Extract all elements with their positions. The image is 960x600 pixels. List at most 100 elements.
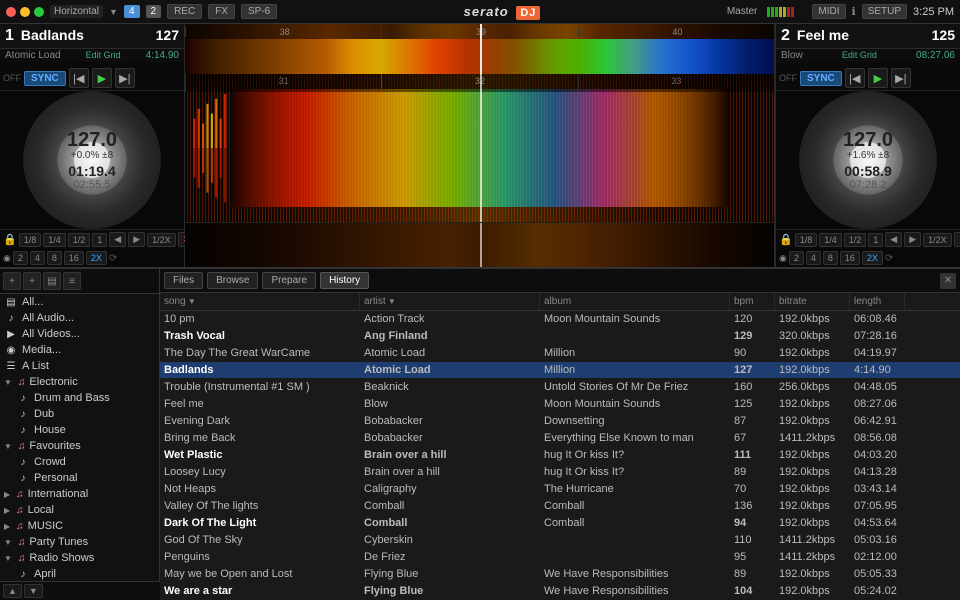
tab-files[interactable]: Files: [164, 272, 203, 289]
deck1-edit-grid[interactable]: Edit Grid: [86, 50, 121, 61]
search-close-button[interactable]: ✕: [940, 273, 956, 289]
tab-history[interactable]: History: [320, 272, 369, 289]
track-row[interactable]: May we be Open and Lost Flying Blue We H…: [160, 566, 960, 583]
sidebar-list-button[interactable]: ≡: [63, 272, 81, 290]
sidebar-all[interactable]: ▤ All...: [0, 294, 159, 310]
sidebar-music[interactable]: ▶ ♫ MUSIC: [0, 518, 159, 534]
deck1-prev-button[interactable]: |◀: [69, 68, 89, 88]
tab-prepare[interactable]: Prepare: [262, 272, 316, 289]
track-row[interactable]: Not Heaps Caligraphy The Hurricane 70 19…: [160, 481, 960, 498]
keylock-icon[interactable]: 🔒: [3, 233, 17, 246]
deck2-loop-1-2x[interactable]: 1/2X: [923, 233, 952, 247]
col-bitrate[interactable]: bitrate: [775, 293, 850, 310]
sidebar-section-electronic[interactable]: ▼ ♫ Electronic: [0, 374, 159, 390]
loop-1-2x[interactable]: 1/2X: [147, 233, 176, 247]
sidebar-house[interactable]: ♪ House: [12, 422, 159, 438]
sidebar-personal[interactable]: ♪ Personal: [12, 470, 159, 486]
track-row[interactable]: We are a star Flying Blue We Have Respon…: [160, 583, 960, 600]
chevron-down-icon[interactable]: ▼: [109, 7, 118, 17]
col-bpm[interactable]: bpm: [730, 293, 775, 310]
sidebar-grid-button[interactable]: ▤: [43, 272, 61, 290]
col-album[interactable]: album: [540, 293, 730, 310]
track-row[interactable]: 10 pm Action Track Moon Mountain Sounds …: [160, 311, 960, 328]
deck1-platter[interactable]: 127.0 +0.0% ±8 01:19.4 02:55.5: [23, 91, 161, 229]
beat-8[interactable]: 8: [47, 251, 62, 265]
loop-arrow-right[interactable]: ▶: [128, 232, 145, 247]
deck1-next-button[interactable]: ▶|: [115, 68, 135, 88]
col-length[interactable]: length: [850, 293, 905, 310]
traffic-light-red[interactable]: [6, 7, 16, 17]
deck2-platter[interactable]: 127.0 +1.6% ±8 00:58.9 07:28.2: [799, 91, 937, 229]
deck2-beat-2x[interactable]: 2X: [862, 251, 883, 265]
loop-1-2[interactable]: 1/2: [68, 233, 91, 247]
deck2-prev-button[interactable]: |◀: [845, 68, 865, 88]
track-row[interactable]: The Day The Great WarCame Atomic Load Mi…: [160, 345, 960, 362]
sidebar-radio-shows[interactable]: ▼ ♫ Radio Shows: [0, 550, 159, 566]
track-row[interactable]: Valley Of The lights Comball Comball 136…: [160, 498, 960, 515]
fx-button[interactable]: FX: [208, 4, 235, 19]
deck2-beat-8[interactable]: 8: [823, 251, 838, 265]
col-song[interactable]: song: [160, 293, 360, 310]
sp6-button[interactable]: SP-6: [241, 4, 277, 19]
deck2-beat-16[interactable]: 16: [840, 251, 860, 265]
track-row[interactable]: Feel me Blow Moon Mountain Sounds 125 19…: [160, 396, 960, 413]
deck2-loop-x-icon[interactable]: ✕: [954, 232, 960, 247]
sidebar-party-tunes[interactable]: ▼ ♫ Party Tunes: [0, 534, 159, 550]
sidebar-down-button[interactable]: ▼: [24, 584, 43, 598]
deck2-edit-grid[interactable]: Edit Grid: [842, 50, 877, 61]
track-row[interactable]: Loosey Lucy Brain over a hill hug It Or …: [160, 464, 960, 481]
sidebar-april[interactable]: ♪ April: [12, 566, 159, 582]
deck2-play-button[interactable]: ▶: [868, 68, 888, 88]
track-row[interactable]: God Of The Sky Cyberskin 110 1411.2kbps …: [160, 532, 960, 549]
sidebar-up-button[interactable]: ▲: [3, 584, 22, 598]
deck1-play-button[interactable]: ▶: [92, 68, 112, 88]
traffic-light-yellow[interactable]: [20, 7, 30, 17]
deck2-loop-arrow-right[interactable]: ▶: [904, 232, 921, 247]
track-row[interactable]: Dark Of The Light Comball Comball 94 192…: [160, 515, 960, 532]
sidebar-dub[interactable]: ♪ Dub: [12, 406, 159, 422]
sidebar-international[interactable]: ▶ ♫ International: [0, 486, 159, 502]
tab-browse[interactable]: Browse: [207, 272, 258, 289]
sidebar-all-audio[interactable]: ♪ All Audio...: [0, 310, 159, 326]
beat-2x[interactable]: 2X: [86, 251, 107, 265]
deck2-next-button[interactable]: ▶|: [891, 68, 911, 88]
sidebar-section-favourites[interactable]: ▼ ♫ Favourites: [0, 438, 159, 454]
traffic-light-green[interactable]: [34, 7, 44, 17]
track-row[interactable]: Trouble (Instrumental #1 SM ) Beaknick U…: [160, 379, 960, 396]
track-row[interactable]: Bring me Back Bobabacker Everything Else…: [160, 430, 960, 447]
sidebar-local[interactable]: ▶ ♫ Local: [0, 502, 159, 518]
loop-arrow-left[interactable]: ◀: [109, 232, 126, 247]
deck2-loop-1-4[interactable]: 1/4: [819, 233, 842, 247]
sidebar-add2-button[interactable]: +: [23, 272, 41, 290]
beat-16[interactable]: 16: [64, 251, 84, 265]
beat-4[interactable]: 4: [30, 251, 45, 265]
rec-button[interactable]: REC: [167, 4, 202, 19]
midi-button[interactable]: MIDI: [812, 4, 845, 19]
sidebar-crowd[interactable]: ♪ Crowd: [12, 454, 159, 470]
sidebar-media[interactable]: ◉ Media...: [0, 342, 159, 358]
deck1-sync-button[interactable]: SYNC: [24, 71, 66, 86]
deck2-beat-2[interactable]: 2: [789, 251, 804, 265]
beat-2[interactable]: 2: [13, 251, 28, 265]
col-artist[interactable]: artist: [360, 293, 540, 310]
track-row[interactable]: Wet Plastic Brain over a hill hug It Or …: [160, 447, 960, 464]
sidebar-all-videos[interactable]: ▶ All Videos...: [0, 326, 159, 342]
track-row[interactable]: Evening Dark Bobabacker Downsetting 87 1…: [160, 413, 960, 430]
track-row[interactable]: Badlands Atomic Load Million 127 192.0kb…: [160, 362, 960, 379]
track-row[interactable]: Trash Vocal Ang Finland 129 320.0kbps 07…: [160, 328, 960, 345]
setup-button[interactable]: SETUP: [862, 4, 907, 19]
deck2-loop-1-8[interactable]: 1/8: [795, 233, 818, 247]
deck2-beat-4[interactable]: 4: [806, 251, 821, 265]
loop-1[interactable]: 1: [92, 233, 107, 247]
sidebar-add-button[interactable]: +: [3, 272, 21, 290]
loop-1-4[interactable]: 1/4: [43, 233, 66, 247]
deck2-loop-arrow-left[interactable]: ◀: [885, 232, 902, 247]
sidebar-drum-bass[interactable]: ♪ Drum and Bass: [12, 390, 159, 406]
deck2-loop-1[interactable]: 1: [868, 233, 883, 247]
sidebar-a-list[interactable]: ☰ A List: [0, 358, 159, 374]
loop-1-8[interactable]: 1/8: [19, 233, 42, 247]
deck2-keylock-icon[interactable]: 🔒: [779, 233, 793, 246]
deck2-sync-button[interactable]: SYNC: [800, 71, 842, 86]
deck2-loop-1-2[interactable]: 1/2: [844, 233, 867, 247]
track-row[interactable]: Penguins De Friez 95 1411.2kbps 02:12.00: [160, 549, 960, 566]
